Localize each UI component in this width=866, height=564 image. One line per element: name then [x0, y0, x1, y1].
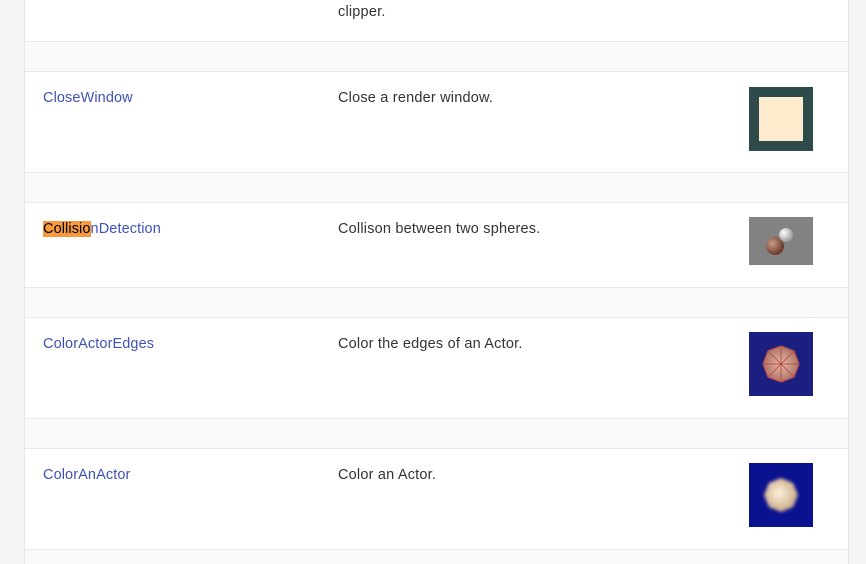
row-separator: [25, 173, 848, 202]
color-an-actor-thumbnail[interactable]: [749, 463, 813, 527]
table-row: ColorActorEdges Color the edges of an Ac…: [25, 317, 848, 419]
table-row: ColorAnActor Color an Actor.: [25, 448, 848, 550]
row-description: Close a render window.: [338, 90, 494, 106]
row-description: clipper.: [338, 4, 386, 20]
examples-table: clipper. CloseWindow Close a render wind…: [24, 0, 849, 564]
search-highlight: Collisio: [43, 221, 91, 237]
collision-detection-thumbnail[interactable]: [749, 217, 813, 265]
example-link-color-an-actor[interactable]: ColorAnActor: [43, 467, 130, 483]
row-description: Color the edges of an Actor.: [338, 336, 523, 352]
table-row: CollisionDetection Collison between two …: [25, 202, 848, 288]
close-window-thumbnail[interactable]: [749, 87, 813, 151]
row-separator: [25, 550, 848, 564]
row-separator: [25, 288, 848, 317]
table-row: CloseWindow Close a render window.: [25, 71, 848, 173]
row-separator: [25, 42, 848, 71]
link-rest: nDetection: [90, 221, 161, 237]
example-link-close-window[interactable]: CloseWindow: [43, 90, 133, 106]
row-separator: [25, 419, 848, 448]
color-actor-edges-thumbnail[interactable]: [749, 332, 813, 396]
table-row: clipper.: [25, 0, 848, 42]
row-description: Color an Actor.: [338, 467, 437, 483]
row-description: Collison between two spheres.: [338, 221, 541, 237]
example-link-collision-detection[interactable]: CollisionDetection: [43, 221, 161, 237]
example-link-color-actor-edges[interactable]: ColorActorEdges: [43, 336, 154, 352]
